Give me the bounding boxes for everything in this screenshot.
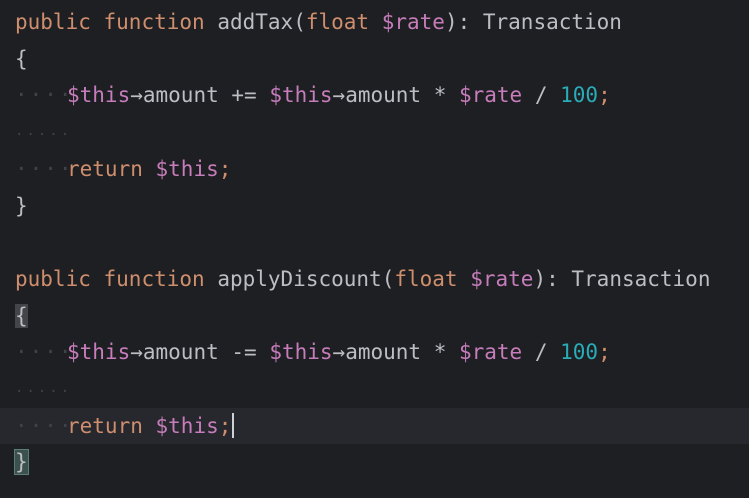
code-token: ( <box>293 10 306 34</box>
code-token: * <box>421 340 459 365</box>
code-token: -= <box>218 340 270 365</box>
code-token: 100 <box>560 340 599 365</box>
text-caret <box>232 412 235 438</box>
code-line[interactable]: ····$this→amount -= $this→amount * $rate… <box>0 334 749 370</box>
code-token: } <box>14 449 29 476</box>
code-token: $this <box>269 340 333 365</box>
code-line[interactable]: public function addTax(float $rate): Tra… <box>0 4 749 40</box>
code-token: 100 <box>560 83 599 108</box>
code-token: ): <box>533 266 572 291</box>
code-token: public <box>15 10 91 34</box>
code-token: * <box>421 83 459 108</box>
code-line[interactable]: ····return $this; <box>0 407 749 444</box>
code-line[interactable]: ····· <box>0 371 749 407</box>
code-line[interactable]: { <box>0 41 749 77</box>
code-token: addTax <box>217 10 294 34</box>
indent-guide: ···· <box>15 413 74 438</box>
code-token: += <box>218 83 270 108</box>
code-line[interactable] <box>0 224 749 260</box>
code-token: → <box>130 340 143 365</box>
code-token: → <box>332 340 346 365</box>
code-token: / <box>522 340 561 365</box>
code-token: $this <box>67 83 131 108</box>
code-token: { <box>15 46 28 71</box>
code-token: amount <box>142 83 219 108</box>
code-token: } <box>15 193 28 218</box>
code-token: applyDiscount <box>217 266 382 291</box>
code-token: Transaction <box>571 266 711 291</box>
code-token: $this <box>67 340 131 365</box>
code-token: Transaction <box>482 10 622 34</box>
code-line[interactable]: } <box>0 188 749 224</box>
code-token: $this <box>155 156 219 181</box>
code-line[interactable]: ····$this→amount += $this→amount * $rate… <box>0 77 749 113</box>
code-token: { <box>15 303 28 328</box>
code-token: amount <box>345 340 422 365</box>
indent-guide: ···· <box>15 340 74 365</box>
whitespace-marker: ····· <box>15 127 73 144</box>
code-token: ): <box>444 10 483 34</box>
code-token: float <box>305 10 370 34</box>
code-token: → <box>332 83 346 108</box>
code-token: / <box>522 83 561 108</box>
code-line[interactable]: ····return $this; <box>0 151 749 187</box>
code-line[interactable]: } <box>0 444 749 480</box>
code-token: function <box>103 10 205 34</box>
code-token: function <box>103 266 205 291</box>
whitespace-marker: ····· <box>15 384 73 400</box>
code-token: public <box>15 266 91 291</box>
code-token: amount <box>142 340 219 365</box>
code-token: ; <box>218 413 232 438</box>
code-token: $rate <box>458 340 523 365</box>
code-token: return <box>67 156 143 181</box>
code-token: $this <box>269 83 333 108</box>
code-token: ; <box>598 83 611 108</box>
code-line[interactable]: { <box>0 298 749 334</box>
code-token: return <box>67 413 143 438</box>
code-token: ; <box>598 340 611 365</box>
code-line[interactable]: public function applyDiscount(float $rat… <box>0 261 749 297</box>
code-token: amount <box>345 83 422 108</box>
code-token: ( <box>381 266 395 291</box>
code-token: ; <box>218 156 232 181</box>
code-token: $this <box>155 413 219 438</box>
code-token: $rate <box>381 10 445 34</box>
indent-guide: ···· <box>15 156 74 181</box>
code-line[interactable]: ····· <box>0 114 749 150</box>
code-token: $rate <box>470 266 534 291</box>
code-token: → <box>130 83 143 108</box>
indent-guide: ···· <box>15 83 74 108</box>
code-editor[interactable]: public function addTax(float $rate): Tra… <box>0 0 749 498</box>
code-token: float <box>394 266 458 291</box>
code-token: $rate <box>458 83 523 108</box>
